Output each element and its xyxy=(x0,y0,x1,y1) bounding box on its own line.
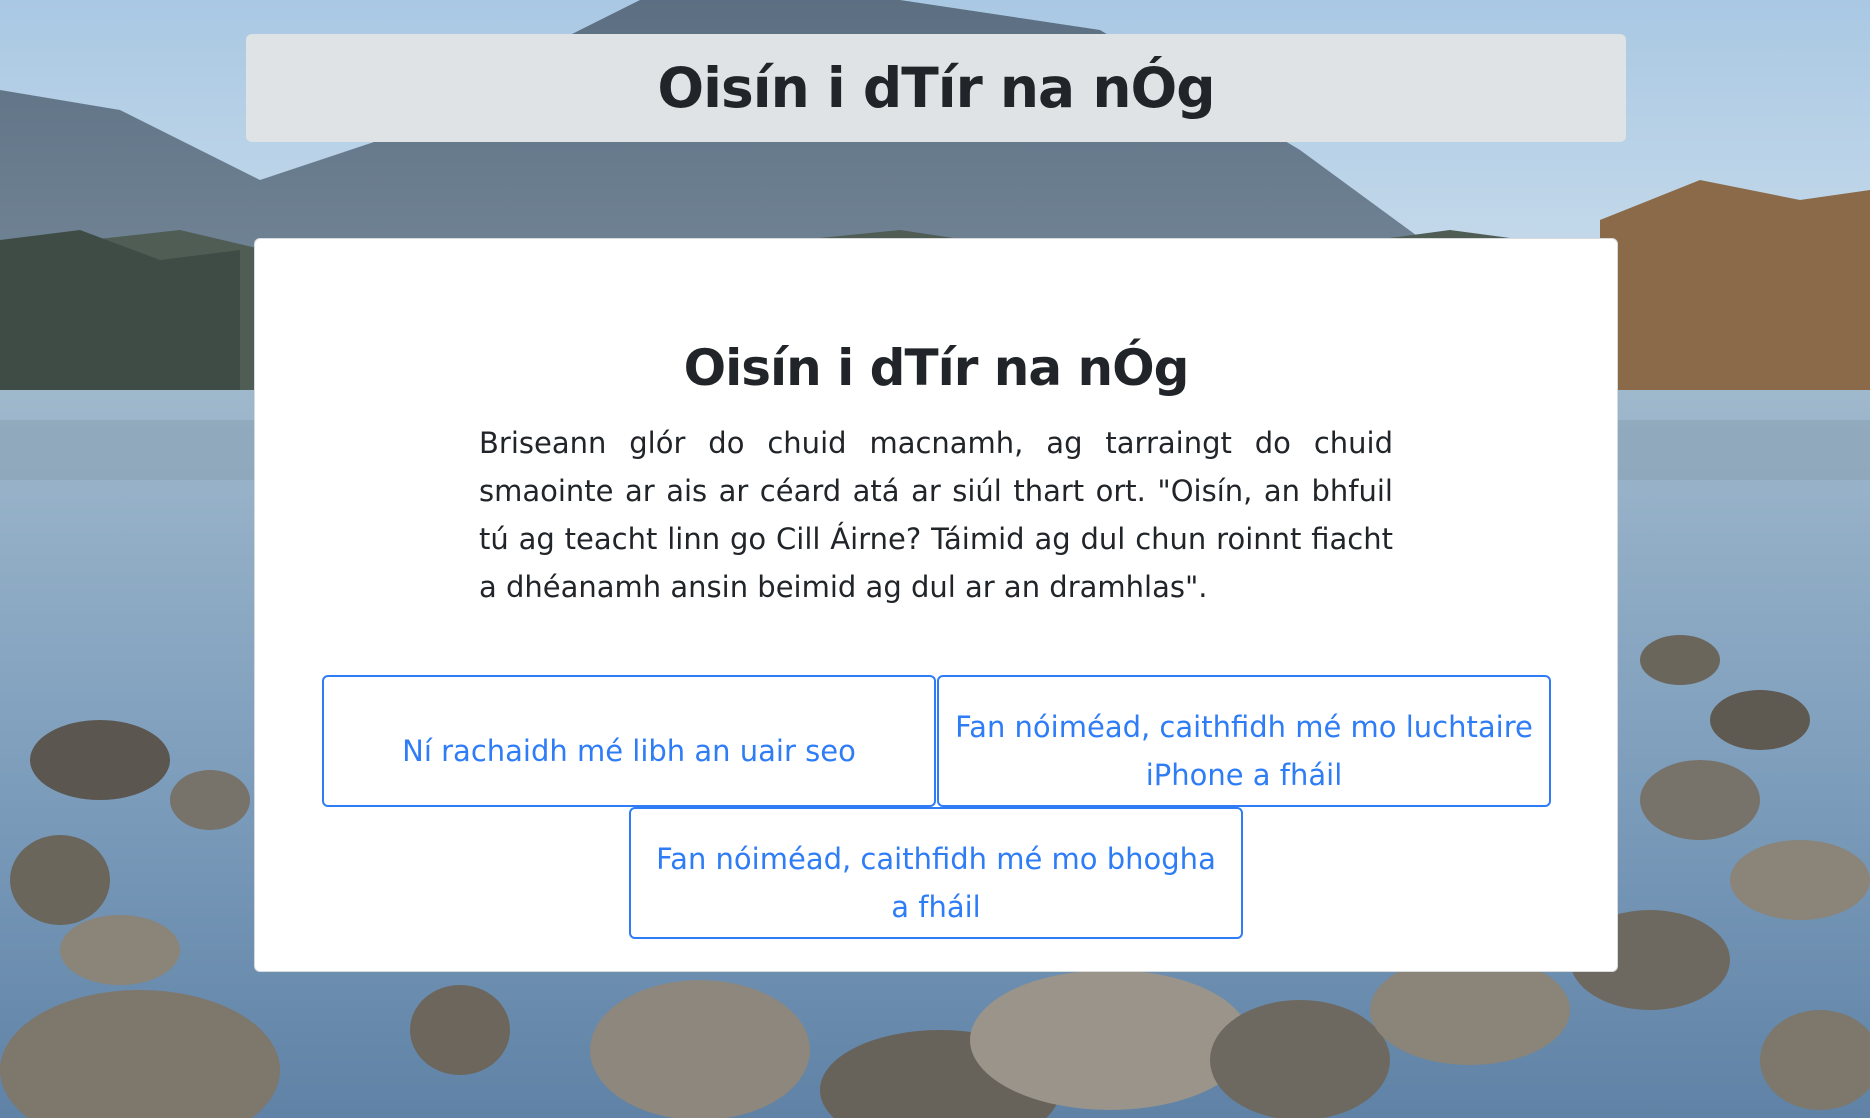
page-title: Oisín i dTír na nÓg xyxy=(657,56,1215,120)
choice-button-decline[interactable]: Ní rachaidh mé libh an uair seo xyxy=(322,675,936,807)
story-title: Oisín i dTír na nÓg xyxy=(683,339,1190,397)
story-card: Oisín i dTír na nÓg Briseann glór do chu… xyxy=(254,238,1618,972)
page-header: Oisín i dTír na nÓg xyxy=(246,34,1626,142)
choice-button-bow[interactable]: Fan nóiméad, caithfidh mé mo bhogha a fh… xyxy=(629,807,1243,939)
choice-button-iphone-charger[interactable]: Fan nóiméad, caithfidh mé mo luchtaire i… xyxy=(937,675,1551,807)
story-text: Briseann glór do chuid macnamh, ag tarra… xyxy=(479,426,1393,604)
